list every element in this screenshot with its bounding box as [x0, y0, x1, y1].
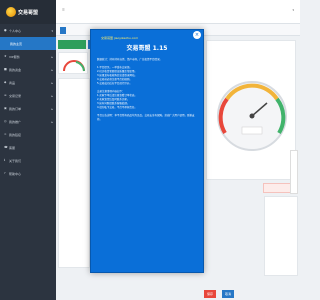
sidebar-item-label: 我的主页 [10, 41, 23, 46]
top-bar: ☰ ▾ [56, 0, 300, 24]
user-icon: ● [4, 28, 7, 32]
info-card [264, 196, 298, 276]
chevron-down-icon: ▾ [51, 28, 53, 33]
sidebar-item-home[interactable]: 我的主页 [0, 37, 56, 50]
brand-logo[interactable]: 交易哥盟 [0, 0, 56, 24]
tab-home[interactable] [60, 27, 66, 34]
user-menu-icon[interactable]: ▾ [292, 8, 294, 12]
sidebar-item-label: 我的推广 [9, 119, 22, 124]
list-icon: ≡ [4, 93, 7, 97]
sidebar-item-help[interactable]: ? 帮助中心 [0, 167, 56, 180]
notice-list-card [58, 78, 90, 268]
dialog-body: 数据统计：持有持有自然、资产市场、广告投资平台情况。 1.平台提示，一单发布交易… [97, 58, 195, 121]
chevron-right-icon: ▸ [51, 54, 53, 59]
sidebar-item-label: 我的资金 [9, 67, 22, 72]
sidebar-item-trades[interactable]: ≡ 交易记录 ▸ [0, 89, 56, 102]
chevron-right-icon: ▸ [51, 106, 53, 111]
headset-icon: ☎ [4, 145, 8, 149]
brand-name: 交易哥盟 [18, 9, 39, 16]
link-icon: ∞ [4, 132, 7, 136]
help-toolbar[interactable] [290, 150, 298, 194]
share-icon: ◎ [4, 119, 7, 123]
sidebar-item-goods[interactable]: ◆ 商品 ▸ [0, 76, 56, 89]
save-button[interactable]: 保存 [204, 290, 217, 298]
chevron-right-icon: ▸ [51, 80, 53, 85]
sidebar-item-label: 我的订单 [9, 106, 22, 111]
dialog-site-link[interactable]: 交易哥盟 jiaoyikezhu.com [101, 36, 138, 40]
mini-gauge-card [58, 52, 88, 74]
menu-toggle-icon[interactable]: ☰ [62, 8, 65, 12]
sidebar-item-label: 我的链接 [9, 132, 22, 137]
dialog-title: 交易哥盟 1.15 [126, 45, 168, 52]
box-icon: ◆ [4, 80, 7, 84]
cart-icon: ▣ [4, 106, 7, 110]
cancel-button[interactable]: 取消 [222, 290, 235, 298]
help-icon: ? [4, 171, 6, 175]
sidebar-item-label: 帮助中心 [9, 171, 22, 176]
sidebar-item-profile[interactable]: ● 个人中心 ▾ [0, 24, 56, 37]
sidebar-item-label: 交易记录 [9, 93, 22, 98]
chevron-right-icon: ▸ [51, 93, 53, 98]
sidebar-item-label: 商品 [9, 80, 16, 85]
sidebar-item-links[interactable]: ∞ 我的链接 [0, 128, 56, 141]
sidebar-item-about[interactable]: ℹ 关于我们 [0, 154, 56, 167]
close-icon[interactable]: × [193, 31, 201, 39]
wallet-icon: ■ [4, 67, 7, 71]
chevron-right-icon: ▸ [51, 119, 53, 124]
sidebar-item-promotion[interactable]: ◎ 我的推广 ▸ [0, 115, 56, 128]
sidebar-item-label: 关于我们 [9, 158, 22, 163]
sidebar: 交易哥盟 ● 个人中心 ▾ 我的主页 ★ VIP服务 ▸ ■ 我的资金 ▸ ◆ … [0, 0, 56, 300]
sidebar-item-vip[interactable]: ★ VIP服务 ▸ [0, 50, 56, 63]
sidebar-item-label: 个人中心 [9, 28, 22, 33]
sidebar-item-funds[interactable]: ■ 我的资金 ▸ [0, 63, 56, 76]
star-icon: ★ [4, 54, 7, 58]
stat-card-green[interactable] [58, 40, 86, 49]
sidebar-item-label: 客服 [9, 145, 16, 150]
speed-gauge [217, 81, 287, 151]
logo-icon [6, 7, 16, 17]
info-icon: ℹ [4, 158, 6, 162]
chevron-right-icon: ▸ [51, 67, 53, 72]
sidebar-item-label: VIP服务 [9, 54, 20, 59]
gauge-card [206, 40, 296, 180]
sidebar-item-support[interactable]: ☎ 客服 [0, 141, 56, 154]
announcement-dialog: × 交易哥盟 jiaoyikezhu.com 交易哥盟 1.15 数据统计：持有… [90, 29, 204, 273]
sidebar-item-orders[interactable]: ▣ 我的订单 ▸ [0, 102, 56, 115]
mini-gauge-icon [63, 60, 85, 72]
